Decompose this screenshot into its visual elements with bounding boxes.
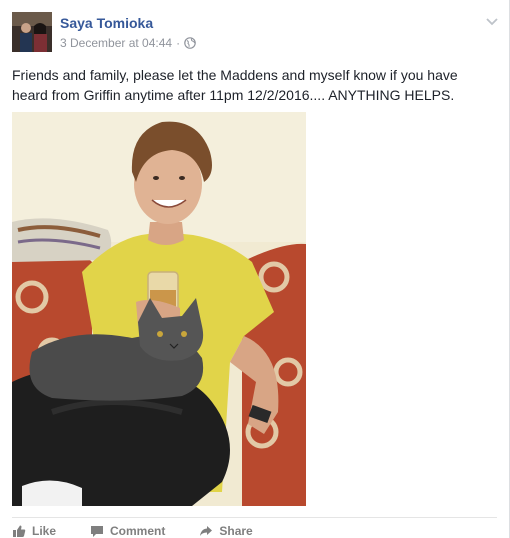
post-meta: 3 December at 04:44 ·	[60, 36, 196, 50]
like-label: Like	[32, 524, 57, 538]
avatar[interactable]	[12, 12, 52, 52]
actions-divider	[12, 517, 497, 518]
share-label: Share	[219, 524, 253, 538]
post-author-link[interactable]: Saya Tomioka	[60, 15, 153, 31]
globe-icon[interactable]	[184, 37, 196, 49]
share-icon	[200, 526, 213, 536]
comment-label: Comment	[110, 524, 166, 538]
comment-icon	[91, 526, 104, 537]
comment-button[interactable]: Comment	[90, 522, 165, 538]
post-message: Friends and family, please let the Madde…	[12, 67, 458, 103]
post-photo[interactable]	[12, 112, 306, 506]
post-timestamp[interactable]: 3 December at 04:44	[60, 36, 172, 50]
like-button[interactable]: Like	[12, 522, 56, 538]
feed-post: Saya Tomioka 3 December at 04:44 · Frien…	[0, 0, 510, 538]
meta-separator: ·	[176, 36, 181, 50]
post-actions-bar: Like Comment Share	[12, 522, 253, 538]
chevron-down-icon[interactable]	[485, 14, 499, 26]
thumbs-up-icon	[13, 525, 26, 537]
share-button[interactable]: Share	[199, 522, 253, 538]
